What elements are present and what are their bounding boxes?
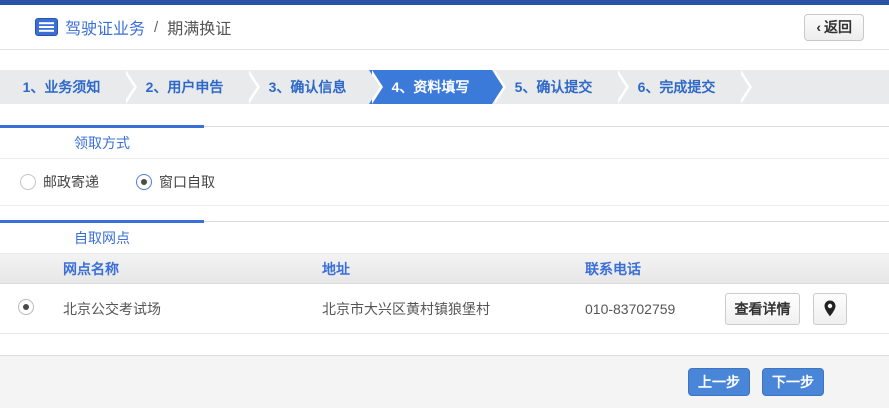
table-row-location[interactable]: 北京公交考试场 北京市大兴区黄村镇狼堡村 010-83702759 查看详情: [0, 284, 889, 334]
page-title-category: 驾驶证业务: [65, 15, 145, 39]
location-phone: 010-83702759: [585, 301, 725, 317]
option-postal-delivery[interactable]: 邮政寄递: [20, 172, 99, 192]
step-progress-bar: 1、业务须知 2、用户申告 3、确认信息 4、资料填写 5、确认提交 6、完成提…: [0, 70, 889, 104]
step-1-business-notice[interactable]: 1、业务须知: [0, 70, 123, 104]
pickup-method-section: 领取方式 邮政寄递 窗口自取: [0, 126, 889, 206]
column-header-name: 网点名称: [63, 259, 322, 279]
back-button[interactable]: ‹ 返回: [804, 14, 864, 41]
map-location-button[interactable]: [813, 293, 847, 325]
radio-window-pickup-selected[interactable]: [136, 174, 152, 190]
locations-table-header: 网点名称 地址 联系电话: [0, 254, 889, 284]
header-title-group: 驾驶证业务 / 期满换证: [35, 15, 804, 39]
page: 驾驶证业务 / 期满换证 ‹ 返回 1、业务须知 2、用户申告 3、确认信息 4…: [0, 0, 889, 408]
step-2-user-declaration[interactable]: 2、用户申告: [123, 70, 246, 104]
radio-postal-delivery[interactable]: [20, 174, 36, 190]
step-bar-filler: [738, 70, 889, 104]
column-header-phone: 联系电话: [585, 259, 725, 279]
breadcrumb-separator: /: [154, 19, 158, 36]
row-radio-cell: [0, 299, 63, 318]
option-window-pickup[interactable]: 窗口自取: [136, 172, 215, 192]
location-address: 北京市大兴区黄村镇狼堡村: [322, 299, 585, 319]
option-postal-delivery-label: 邮政寄递: [43, 172, 99, 192]
step-5-confirm-submit[interactable]: 5、确认提交: [492, 70, 615, 104]
option-window-pickup-label: 窗口自取: [159, 172, 215, 192]
pickup-locations-section: 自取网点 网点名称 地址 联系电话 北京公交考试场 北京市大兴区黄村镇狼堡村 0…: [0, 221, 889, 334]
pickup-method-options-row: 邮政寄递 窗口自取: [0, 159, 889, 206]
pickup-locations-header-row: 自取网点: [0, 222, 889, 254]
step-4-fill-data-active[interactable]: 4、资料填写: [369, 70, 492, 104]
back-button-label: 返回: [824, 17, 852, 37]
row-actions: 查看详情: [725, 293, 889, 325]
pickup-method-header-row: 领取方式: [0, 127, 889, 159]
next-step-button[interactable]: 下一步: [762, 368, 824, 396]
wizard-footer: 上一步 下一步: [0, 355, 889, 408]
chevron-left-icon: ‹: [816, 19, 821, 35]
page-title-service: 期满换证: [167, 15, 231, 39]
step-3-confirm-info[interactable]: 3、确认信息: [246, 70, 369, 104]
view-details-button[interactable]: 查看详情: [725, 293, 800, 325]
step-6-complete-submit[interactable]: 6、完成提交: [615, 70, 738, 104]
pickup-method-section-title: 领取方式: [0, 133, 204, 153]
pickup-locations-section-title: 自取网点: [0, 228, 204, 248]
radio-location-selected[interactable]: [18, 299, 34, 315]
previous-step-button[interactable]: 上一步: [688, 368, 750, 396]
column-header-address: 地址: [322, 259, 585, 279]
page-header: 驾驶证业务 / 期满换证 ‹ 返回: [0, 5, 889, 50]
form-list-icon: [35, 18, 58, 36]
location-pin-icon: [824, 300, 836, 317]
location-name: 北京公交考试场: [63, 299, 322, 319]
